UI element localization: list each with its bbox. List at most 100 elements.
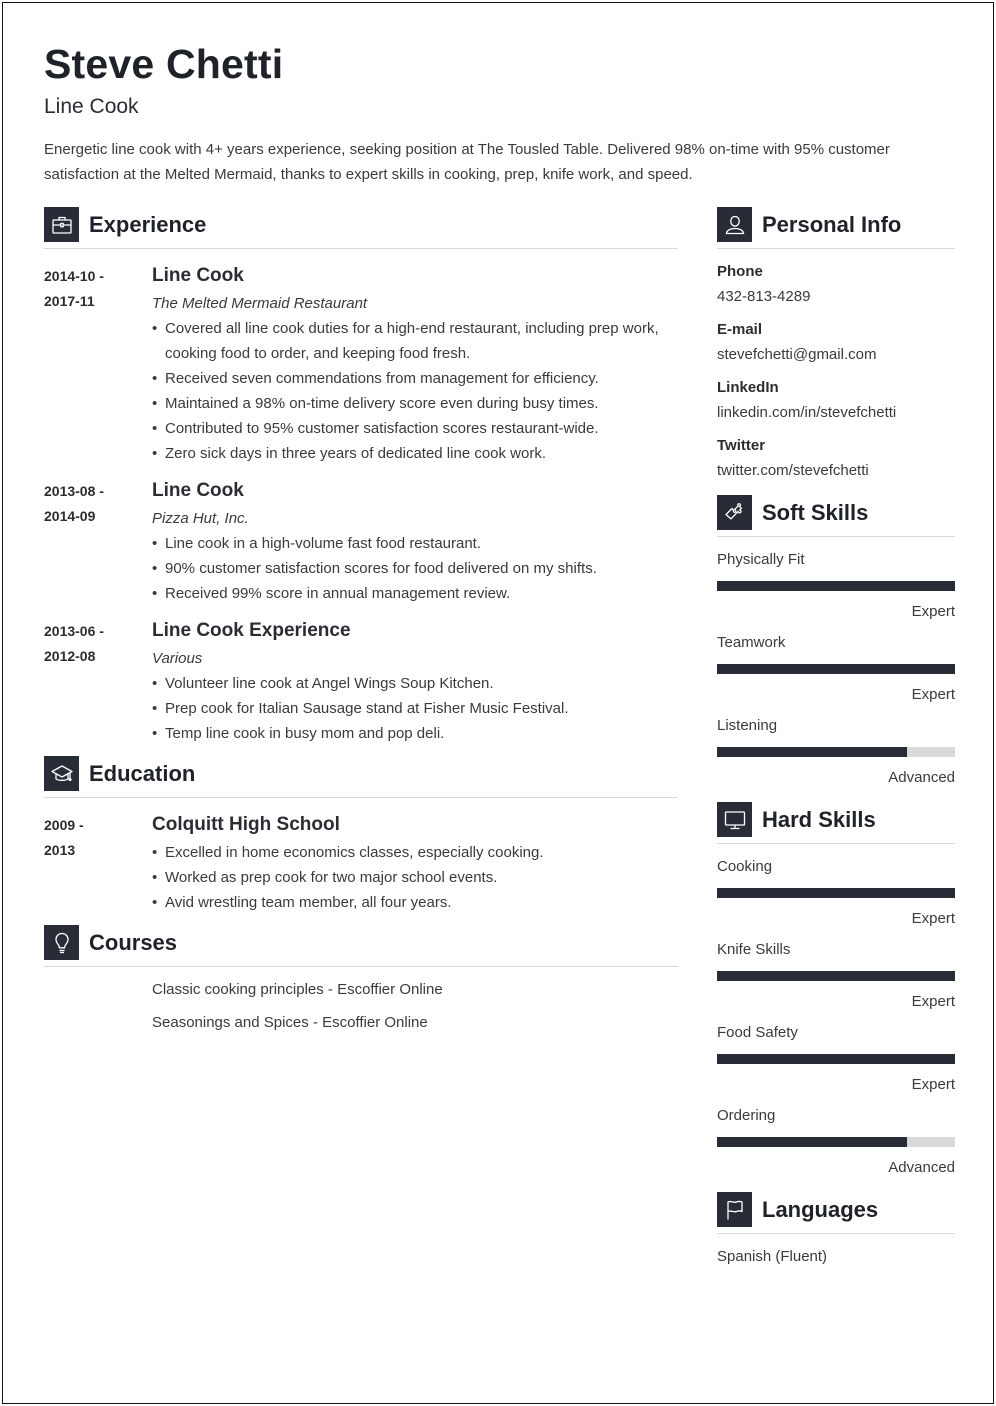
soft-skills-header: Soft Skills — [717, 495, 955, 537]
bullet-item: Line cook in a high-volume fast food res… — [152, 531, 678, 556]
contact-phone: Phone 432-813-4289 — [717, 259, 955, 309]
education-title: Education — [89, 761, 196, 786]
experience-title: Experience — [89, 212, 207, 237]
bullet-item: Prep cook for Italian Sausage stand at F… — [152, 696, 678, 721]
candidate-name: Steve Chetti — [44, 41, 284, 87]
bullet-item: Worked as prep cook for two major school… — [152, 865, 678, 890]
phone-label: Phone — [717, 263, 763, 280]
skill-bar — [717, 747, 955, 757]
left-column: Experience 2014-10 - 2017-11 Line Cook T… — [44, 207, 678, 1035]
skill-bar — [717, 581, 955, 591]
course-item: Classic cooking principles - Escoffier O… — [152, 981, 443, 998]
entry-dates: 2009 - 2013 — [44, 810, 152, 915]
skill-name: Physically Fit — [717, 551, 805, 568]
date-end: 2017-11 — [44, 293, 95, 309]
date-end: 2013 — [44, 842, 76, 858]
bullet-item: Volunteer line cook at Angel Wings Soup … — [152, 671, 678, 696]
linkedin-value[interactable]: linkedin.com/in/stevefchetti — [717, 400, 955, 425]
skill-bar-fill — [717, 747, 908, 757]
languages-header: Languages — [717, 1192, 955, 1234]
job-title: Line Cook Experience — [152, 620, 351, 641]
summary-text: Energetic line cook with 4+ years experi… — [44, 141, 890, 183]
briefcase-icon — [44, 207, 79, 242]
twitter-value[interactable]: twitter.com/stevefchetti — [717, 458, 955, 483]
skill-item: Food Safety Expert — [717, 1020, 955, 1097]
skill-item: Cooking Expert — [717, 854, 955, 931]
user-icon — [717, 207, 752, 242]
bullet-item: Received seven commendations from manage… — [152, 366, 678, 391]
candidate-role: Line Cook — [44, 95, 139, 118]
skill-level: Expert — [911, 993, 955, 1010]
contact-twitter: Twitter twitter.com/stevefchetti — [717, 433, 955, 483]
personal-info-header: Personal Info — [717, 207, 955, 249]
skill-item: Ordering Advanced — [717, 1103, 955, 1180]
employer: Various — [152, 650, 203, 667]
entry-body: Colquitt High School Excelled in home ec… — [152, 810, 678, 915]
personal-info-title: Personal Info — [762, 212, 902, 237]
bullet-item: Avid wrestling team member, all four yea… — [152, 890, 678, 915]
skill-bar-fill — [717, 1054, 955, 1064]
skill-bar-fill — [717, 971, 955, 981]
experience-entry: 2013-08 - 2014-09 Line Cook Pizza Hut, I… — [44, 476, 678, 606]
linkedin-label: LinkedIn — [717, 379, 779, 396]
bullet-item: 90% customer satisfaction scores for foo… — [152, 556, 678, 581]
bullet-item: Temp line cook in busy mom and pop deli. — [152, 721, 678, 746]
employer: The Melted Mermaid Restaurant — [152, 295, 368, 312]
courses-list: Classic cooking principles - Escoffier O… — [44, 977, 678, 1035]
entry-body: Line Cook Pizza Hut, Inc. Line cook in a… — [152, 476, 678, 606]
puzzle-piece-icon — [717, 495, 752, 530]
skill-level: Advanced — [888, 1159, 955, 1176]
skill-level: Expert — [911, 603, 955, 620]
courses-title: Courses — [89, 930, 178, 955]
skill-name: Teamwork — [717, 634, 786, 651]
soft-skills-list: Physically Fit Expert Teamwork Expert Li… — [717, 547, 955, 790]
skill-name: Cooking — [717, 858, 773, 875]
lightbulb-icon — [44, 925, 79, 960]
bullet-item: Zero sick days in three years of dedicat… — [152, 441, 678, 466]
employer: Pizza Hut, Inc. — [152, 510, 249, 527]
education-section: Education 2009 - 2013 Colquitt High Scho… — [44, 756, 678, 915]
skill-item: Listening Advanced — [717, 713, 955, 790]
hard-skills-section: Hard Skills Cooking Expert Knife Skills … — [717, 802, 955, 1180]
entry-body: Line Cook The Melted Mermaid Restaurant … — [152, 261, 678, 466]
skill-bar — [717, 971, 955, 981]
job-title: Line Cook — [152, 480, 244, 501]
date-end: 2012-08 — [44, 648, 96, 664]
bullet-list: Volunteer line cook at Angel Wings Soup … — [152, 671, 678, 746]
courses-section: Courses Classic cooking principles - Esc… — [44, 925, 678, 1035]
skill-bar-fill — [717, 888, 955, 898]
skill-item: Physically Fit Expert — [717, 547, 955, 624]
soft-skills-section: Soft Skills Physically Fit Expert Teamwo… — [717, 495, 955, 790]
languages-section: Languages Spanish (Fluent) — [717, 1192, 955, 1269]
entry-dates: 2014-10 - 2017-11 — [44, 261, 152, 466]
bullet-item: Covered all line cook duties for a high-… — [152, 316, 678, 366]
skill-bar-fill — [717, 664, 955, 674]
skill-item: Knife Skills Expert — [717, 937, 955, 1014]
experience-entry: 2014-10 - 2017-11 Line Cook The Melted M… — [44, 261, 678, 466]
experience-entry: 2013-06 - 2012-08 Line Cook Experience V… — [44, 616, 678, 746]
resume-page: Steve Chetti Line Cook Energetic line co… — [2, 2, 994, 1404]
skill-name: Ordering — [717, 1107, 776, 1124]
phone-value[interactable]: 432-813-4289 — [717, 284, 955, 309]
skill-level: Expert — [911, 1076, 955, 1093]
soft-skills-title: Soft Skills — [762, 500, 869, 525]
right-column: Personal Info Phone 432-813-4289 E-mail … — [717, 207, 955, 1269]
monitor-icon — [717, 802, 752, 837]
entry-dates: 2013-08 - 2014-09 — [44, 476, 152, 606]
hard-skills-title: Hard Skills — [762, 807, 876, 832]
education-header: Education — [44, 756, 678, 798]
date-start: 2013-08 - — [44, 483, 104, 499]
skill-name: Knife Skills — [717, 941, 791, 958]
language-item: Spanish (Fluent) — [717, 1248, 828, 1265]
bullet-list: Excelled in home economics classes, espe… — [152, 840, 678, 915]
languages-list: Spanish (Fluent) — [717, 1244, 955, 1269]
course-item: Seasonings and Spices - Escoffier Online — [152, 1014, 428, 1031]
date-end: 2014-09 — [44, 508, 96, 524]
email-value[interactable]: stevefchetti@gmail.com — [717, 342, 955, 367]
languages-title: Languages — [762, 1197, 879, 1222]
bullet-list: Line cook in a high-volume fast food res… — [152, 531, 678, 606]
date-start: 2009 - — [44, 817, 84, 833]
skill-bar-fill — [717, 581, 955, 591]
skill-name: Food Safety — [717, 1024, 798, 1041]
twitter-label: Twitter — [717, 437, 766, 454]
